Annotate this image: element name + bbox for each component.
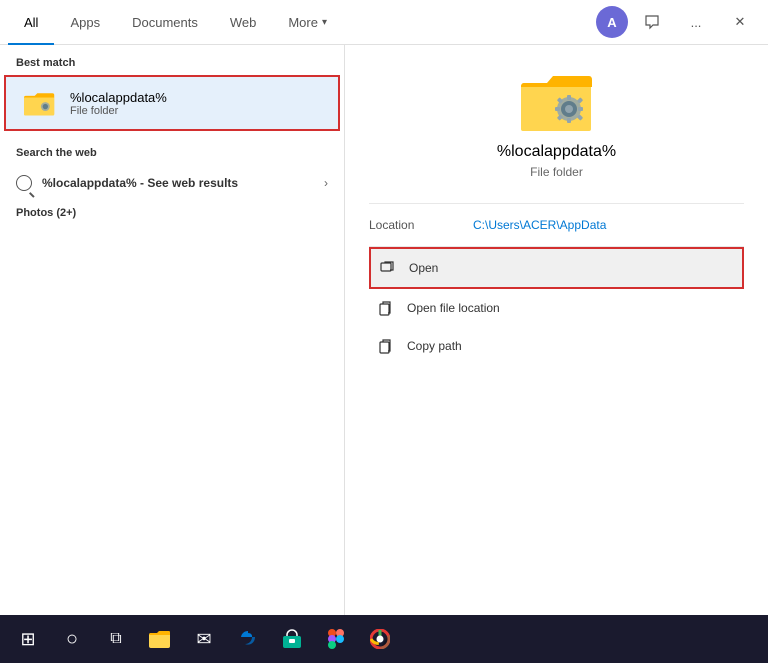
tab-web[interactable]: Web: [214, 0, 273, 45]
location-value[interactable]: C:\Users\ACER\AppData: [473, 218, 606, 232]
action-list: Open Open file location: [369, 246, 744, 365]
best-match-label: Best match: [0, 45, 344, 75]
tab-more[interactable]: More: [272, 0, 343, 45]
location-row: Location C:\Users\ACER\AppData: [369, 203, 744, 246]
main-content: Best match %localappdata% File folder: [0, 45, 768, 663]
left-spacer: [0, 229, 344, 615]
action-open-file-location[interactable]: Open file location: [369, 289, 744, 327]
best-match-name: %localappdata%: [70, 90, 167, 105]
avatar-button[interactable]: A: [596, 6, 628, 38]
detail-header: %localappdata% File folder: [369, 69, 744, 179]
mail-button[interactable]: ✉: [184, 619, 224, 659]
taskbar: ⊞ ○ ⧉ ✉: [0, 615, 768, 663]
search-icon: [16, 175, 32, 191]
action-open[interactable]: Open: [369, 247, 744, 289]
best-match-type: File folder: [70, 105, 167, 117]
web-search-label: Search the web: [0, 135, 344, 165]
web-search-item[interactable]: %localappdata% - See web results ›: [0, 165, 344, 201]
chrome-icon: [370, 629, 390, 649]
tab-documents[interactable]: Documents: [116, 0, 214, 45]
feedback-icon: [644, 14, 660, 30]
copy-path-label: Copy path: [407, 339, 462, 353]
web-search-text: %localappdata% - See web results: [42, 176, 314, 190]
file-explorer-icon: [149, 629, 171, 649]
photos-label: Photos (2+): [16, 207, 328, 219]
detail-subtitle: File folder: [530, 165, 583, 179]
copy-path-icon: [377, 337, 395, 355]
folder-icon-large: [521, 69, 593, 131]
search-button[interactable]: ○: [52, 619, 92, 659]
store-button[interactable]: [272, 619, 312, 659]
chevron-right-icon: ›: [324, 176, 328, 190]
file-location-icon: [377, 299, 395, 317]
open-icon: [379, 259, 397, 277]
figma-icon: [328, 629, 344, 649]
tab-all[interactable]: All: [8, 0, 54, 45]
nav-tabs: All Apps Documents Web More A ...: [0, 0, 768, 45]
photos-section: Photos (2+): [0, 201, 344, 229]
tab-apps[interactable]: Apps: [54, 0, 116, 45]
figma-button[interactable]: [316, 619, 356, 659]
close-button[interactable]: ✕: [720, 2, 760, 42]
action-copy-path[interactable]: Copy path: [369, 327, 744, 365]
folder-svg: [24, 89, 56, 117]
more-options-button[interactable]: ...: [676, 2, 716, 42]
store-icon: [282, 629, 302, 649]
edge-button[interactable]: [228, 619, 268, 659]
start-button[interactable]: ⊞: [8, 619, 48, 659]
right-panel: %localappdata% File folder Location C:\U…: [345, 45, 768, 663]
chrome-button[interactable]: [360, 619, 400, 659]
detail-title: %localappdata%: [497, 143, 616, 161]
task-view-button[interactable]: ⧉: [96, 619, 136, 659]
feedback-button[interactable]: [632, 2, 672, 42]
open-label: Open: [409, 261, 438, 275]
open-file-location-label: Open file location: [407, 301, 500, 315]
search-window: All Apps Documents Web More A ...: [0, 0, 768, 663]
location-label: Location: [369, 218, 449, 232]
left-panel: Best match %localappdata% File folder: [0, 45, 345, 663]
file-explorer-button[interactable]: [140, 619, 180, 659]
folder-icon-small: [22, 85, 58, 121]
nav-right-controls: A ... ✕: [596, 2, 760, 42]
edge-icon: [238, 629, 258, 649]
best-match-item[interactable]: %localappdata% File folder: [4, 75, 340, 131]
best-match-text: %localappdata% File folder: [70, 90, 167, 117]
